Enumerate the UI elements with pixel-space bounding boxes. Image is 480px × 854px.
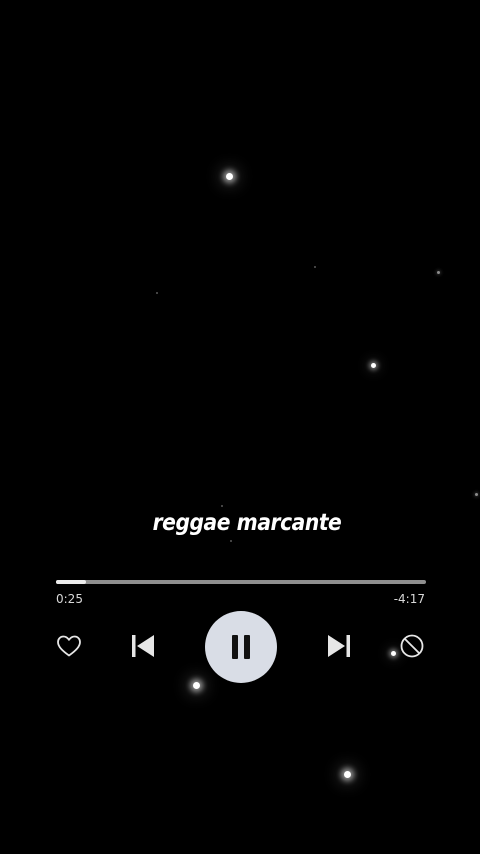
previous-button[interactable] — [124, 628, 162, 664]
block-icon — [399, 633, 425, 659]
block-button[interactable] — [395, 629, 429, 663]
progress-bar[interactable] — [56, 580, 426, 584]
skip-previous-icon — [129, 632, 157, 660]
like-button[interactable] — [52, 629, 86, 663]
star-sparkle — [475, 493, 478, 496]
pause-icon — [228, 633, 254, 661]
player-screen: reggae marcante 0:25 -4:17 — [0, 0, 480, 854]
star-sparkle — [230, 540, 232, 542]
heart-icon — [56, 634, 82, 658]
skip-next-icon — [325, 632, 353, 660]
remaining-time: -4:17 — [393, 592, 425, 606]
song-title: reggae marcante — [152, 510, 342, 536]
star-sparkle — [371, 363, 376, 368]
star-sparkle — [344, 771, 351, 778]
star-sparkle — [226, 173, 233, 180]
elapsed-time: 0:25 — [56, 592, 83, 606]
star-sparkle — [156, 292, 158, 294]
star-sparkle — [221, 505, 223, 507]
star-sparkle — [314, 266, 316, 268]
next-button[interactable] — [320, 628, 358, 664]
star-sparkle — [437, 271, 440, 274]
star-sparkle — [193, 682, 200, 689]
progress-fill — [56, 580, 86, 584]
play-pause-button[interactable] — [205, 611, 277, 683]
